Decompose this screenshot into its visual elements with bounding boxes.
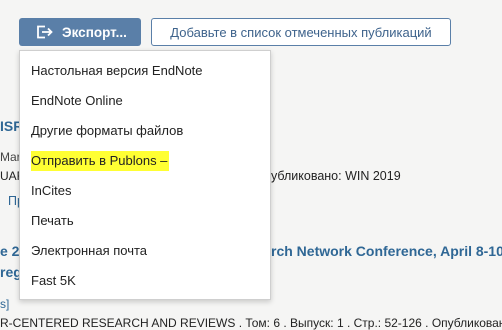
link-fragment[interactable]: s] [0, 297, 9, 311]
menu-item-endnote-desktop[interactable]: Настольная версия EndNote [31, 61, 203, 81]
export-button[interactable]: Экспорт... [19, 18, 141, 46]
export-icon [36, 25, 62, 39]
add-to-marked-list-label: Добавьте в список отмеченных публикаций [170, 24, 432, 40]
export-menu: Настольная версия EndNote EndNote Online… [19, 50, 271, 300]
menu-item-print[interactable]: Печать [31, 211, 74, 231]
menu-item-endnote-online[interactable]: EndNote Online [31, 91, 123, 111]
conference-title-link[interactable]: rch Network Conference, April 8-10 [271, 243, 502, 259]
menu-item-publons[interactable]: Отправить в Publons – [31, 151, 170, 171]
menu-item-email[interactable]: Электронная почта [31, 241, 147, 261]
add-to-marked-list-button[interactable]: Добавьте в список отмеченных публикаций [151, 18, 451, 46]
menu-item-other-formats[interactable]: Другие форматы файлов [31, 121, 183, 141]
menu-item-incites[interactable]: InCites [31, 181, 71, 201]
published-date: убликовано: WIN 2019 [271, 169, 401, 183]
menu-item-fast5k[interactable]: Fast 5K [31, 271, 76, 291]
export-button-label: Экспорт... [62, 24, 127, 40]
source-line: R-CENTERED RESEARCH AND REVIEWS . Том: 6… [0, 316, 502, 330]
record-title-fragment-2[interactable]: e 2 [0, 243, 19, 259]
